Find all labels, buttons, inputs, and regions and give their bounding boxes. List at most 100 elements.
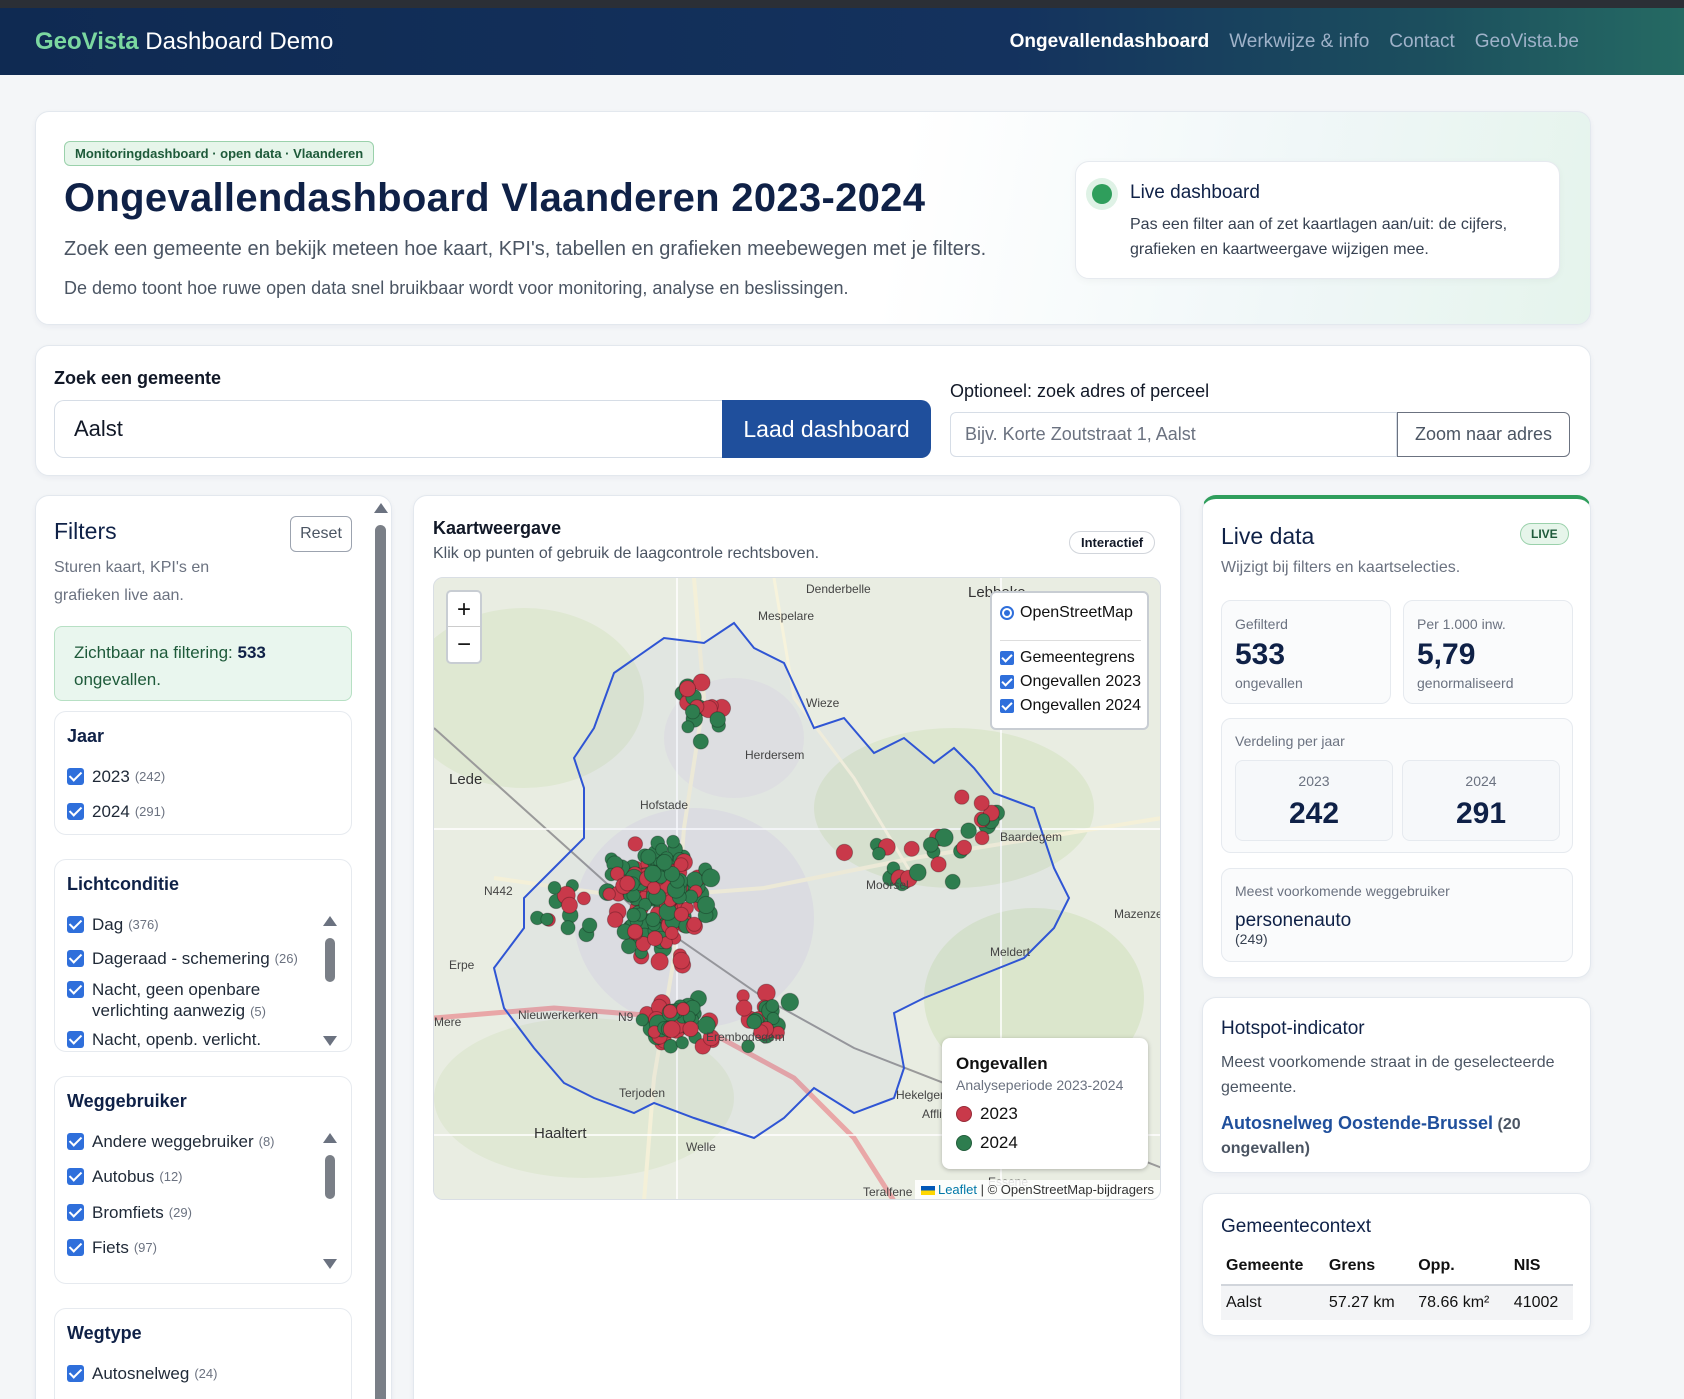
accident-point[interactable] — [547, 880, 562, 895]
brand-logo[interactable]: GeoVista Dashboard Demo — [35, 28, 333, 56]
accident-point[interactable] — [602, 887, 616, 901]
filter-checkbox-dageraad[interactable]: Dageraad - schemering (26) — [67, 948, 307, 969]
filter-checkbox-2024[interactable]: 2024 (291) — [67, 801, 307, 822]
scroll-thumb[interactable] — [325, 1155, 335, 1199]
accident-point[interactable] — [944, 873, 961, 890]
accident-point[interactable] — [643, 864, 662, 883]
accident-point[interactable] — [780, 992, 800, 1012]
group-scrollbar[interactable] — [323, 1133, 337, 1269]
layer-checkbox-ongevallen-2024[interactable]: Ongevallen 2024 — [1000, 697, 1141, 715]
accident-point[interactable] — [956, 839, 973, 856]
scroll-up-arrow-icon[interactable] — [323, 1133, 337, 1143]
leaflet-link[interactable]: Leaflet — [938, 1182, 977, 1197]
accident-point[interactable] — [627, 836, 644, 852]
accident-point[interactable] — [581, 917, 598, 934]
accident-point[interactable] — [692, 733, 709, 750]
scroll-up-arrow-icon[interactable] — [323, 916, 337, 926]
checkbox-checked-icon[interactable] — [67, 1168, 84, 1185]
nav-link-contact[interactable]: Contact — [1389, 31, 1454, 53]
accident-point[interactable] — [681, 720, 695, 734]
accident-point[interactable] — [835, 843, 854, 862]
accident-point[interactable] — [930, 856, 947, 873]
accident-point[interactable] — [676, 1002, 690, 1016]
filter-checkbox-dag[interactable]: Dag (376) — [67, 914, 307, 935]
checkbox-checked-icon[interactable] — [67, 768, 84, 785]
accident-point[interactable] — [709, 711, 727, 728]
accident-point[interactable] — [974, 830, 990, 846]
accident-point[interactable] — [684, 704, 701, 720]
accident-point[interactable] — [960, 822, 977, 839]
checkbox-checked-icon[interactable] — [67, 950, 84, 967]
accident-point[interactable] — [635, 1013, 649, 1027]
accident-point[interactable] — [746, 1013, 762, 1030]
scroll-down-arrow-icon[interactable] — [323, 1036, 337, 1046]
accident-point[interactable] — [664, 926, 679, 940]
zoom-out-button[interactable]: − — [448, 627, 480, 662]
layer-radio-openstreetmap[interactable]: OpenStreetMap — [1000, 604, 1133, 622]
accident-point[interactable] — [561, 896, 578, 914]
accident-point[interactable] — [976, 813, 991, 827]
zoom-to-address-button[interactable]: Zoom naar adres — [1397, 412, 1570, 457]
accident-point[interactable] — [662, 1020, 681, 1039]
accident-point[interactable] — [678, 680, 697, 698]
filter-checkbox-autosnelweg[interactable]: Autosnelweg (24) — [67, 1363, 307, 1384]
scroll-thumb[interactable] — [325, 938, 335, 982]
accident-point[interactable] — [765, 998, 780, 1013]
accident-point[interactable] — [540, 912, 554, 926]
nav-link-werkwijze[interactable]: Werkwijze & info — [1229, 31, 1369, 53]
checkbox-checked-icon[interactable] — [67, 803, 84, 820]
filter-checkbox-andere[interactable]: Andere weggebruiker (8) — [67, 1131, 307, 1152]
checkbox-checked-icon[interactable] — [67, 1133, 84, 1150]
municipality-search-input[interactable]: Aalst — [54, 400, 722, 458]
checkbox-checked-icon[interactable] — [67, 1365, 84, 1382]
accident-point[interactable] — [701, 868, 721, 888]
accident-point[interactable] — [922, 836, 939, 853]
filter-checkbox-2023[interactable]: 2023 (242) — [67, 766, 307, 787]
accident-point[interactable] — [666, 834, 681, 849]
accident-point[interactable] — [645, 911, 661, 928]
filter-checkbox-autobus[interactable]: Autobus (12) — [67, 1166, 307, 1187]
filter-checkbox-fiets[interactable]: Fiets (97) — [67, 1237, 307, 1258]
accident-point[interactable] — [626, 907, 641, 923]
reset-filters-button[interactable]: Reset — [290, 516, 352, 552]
accident-point[interactable] — [675, 1036, 690, 1050]
accident-point[interactable] — [903, 840, 920, 857]
checkbox-checked-icon[interactable] — [67, 916, 84, 933]
address-search-input[interactable]: Bijv. Korte Zoutstraat 1, Aalst — [950, 412, 1397, 457]
filter-checkbox-nacht-geen-verlichting[interactable]: Nacht, geen openbare verlichting aanwezi… — [67, 979, 307, 1022]
map-canvas[interactable]: Denderbelle Lebbeke Mespelare Wieze Herd… — [433, 577, 1161, 1200]
accident-point[interactable] — [627, 923, 644, 940]
accident-point[interactable] — [606, 911, 624, 929]
load-dashboard-button[interactable]: Laad dashboard — [722, 400, 931, 458]
zoom-in-button[interactable]: + — [448, 592, 480, 627]
accident-point[interactable] — [872, 846, 886, 861]
accident-point[interactable] — [576, 891, 591, 906]
accident-point[interactable] — [662, 1004, 678, 1019]
nav-link-geovista[interactable]: GeoVista.be — [1475, 31, 1579, 53]
checkbox-checked-icon[interactable] — [67, 981, 84, 998]
filter-checkbox-bromfiets[interactable]: Bromfiets (29) — [67, 1202, 307, 1223]
checkbox-checked-icon[interactable] — [1000, 651, 1014, 665]
filters-scrollbar[interactable] — [373, 495, 389, 1399]
accident-point[interactable] — [973, 795, 990, 812]
scroll-down-arrow-icon[interactable] — [323, 1259, 337, 1269]
checkbox-checked-icon[interactable] — [1000, 699, 1014, 713]
scroll-thumb[interactable] — [375, 525, 386, 1399]
layer-checkbox-gemeentegrens[interactable]: Gemeentegrens — [1000, 649, 1135, 667]
accident-point[interactable] — [908, 863, 927, 882]
accident-point[interactable] — [682, 1020, 699, 1038]
checkbox-checked-icon[interactable] — [1000, 675, 1014, 689]
checkbox-checked-icon[interactable] — [67, 1031, 84, 1048]
accident-point[interactable] — [647, 930, 663, 947]
layer-checkbox-ongevallen-2023[interactable]: Ongevallen 2023 — [1000, 673, 1141, 691]
accident-point[interactable] — [672, 951, 691, 970]
accident-point[interactable] — [735, 999, 753, 1017]
radio-selected-icon[interactable] — [1000, 606, 1014, 620]
checkbox-checked-icon[interactable] — [67, 1204, 84, 1221]
accident-point[interactable] — [954, 789, 970, 805]
accident-point[interactable] — [647, 881, 661, 895]
nav-link-ongevallendashboard[interactable]: Ongevallendashboard — [1010, 31, 1210, 53]
accident-point[interactable] — [619, 875, 636, 892]
filter-checkbox-nacht-verlicht[interactable]: Nacht, openb. verlicht. — [67, 1029, 307, 1050]
accident-point[interactable] — [620, 938, 638, 955]
